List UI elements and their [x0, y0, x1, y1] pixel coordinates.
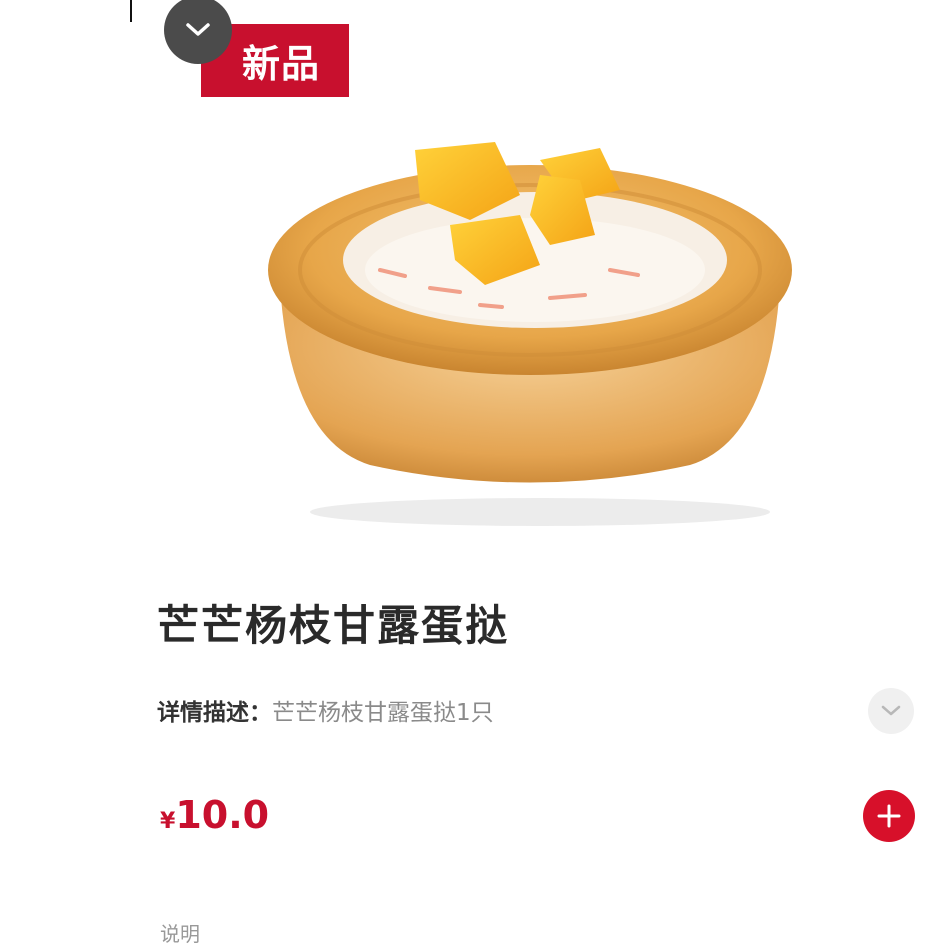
- price-value: 10.0: [175, 793, 270, 837]
- currency-symbol: ¥: [160, 809, 176, 834]
- description-label: 详情描述：: [157, 700, 272, 726]
- description-text: 芒芒杨枝甘露蛋挞1只: [272, 700, 494, 726]
- edge-divider: [130, 0, 132, 22]
- description-row: 详情描述：芒芒杨枝甘露蛋挞1只: [157, 693, 494, 727]
- plus-icon: [877, 804, 901, 828]
- chevron-down-icon: [881, 705, 901, 716]
- expand-description-button[interactable]: [868, 688, 914, 734]
- product-image: [268, 142, 792, 526]
- product-title: 芒芒杨枝甘露蛋挞: [157, 601, 510, 650]
- price-row: ¥10.0: [160, 793, 269, 837]
- badge-label: 新品: [241, 42, 320, 86]
- add-to-cart-button[interactable]: [863, 790, 915, 842]
- chevron-down-icon: [186, 23, 210, 36]
